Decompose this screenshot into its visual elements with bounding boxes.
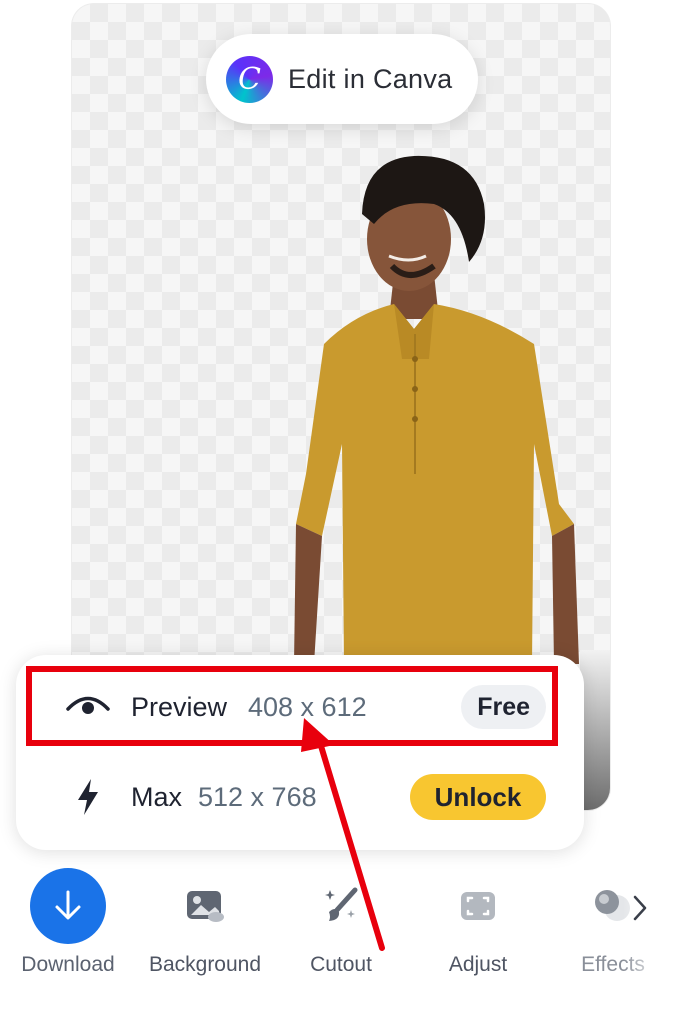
chevron-right-icon[interactable] [625,890,655,926]
download-button[interactable]: Download [0,860,136,985]
bottom-toolbar: Download Background Cutout Adjust Effect… [0,860,683,990]
adjust-label: Adjust [448,953,508,976]
preview-label: Preview [131,691,228,722]
canva-logo-icon: C [226,55,273,103]
magic-brush-icon [303,868,379,944]
background-button[interactable]: Background [137,860,273,985]
background-label: Background [148,953,262,976]
preview-dimensions: 408 x 612 [248,691,367,722]
cutout-person-image [294,155,579,664]
max-label: Max [131,781,183,812]
cutout-button[interactable]: Cutout [273,860,409,985]
cutout-label: Cutout [310,953,372,976]
adjust-frame-icon [440,868,516,944]
lightning-icon [66,775,110,819]
unlock-button[interactable]: Unlock [410,774,546,820]
download-arrow-icon [30,868,106,944]
adjust-button[interactable]: Adjust [410,860,546,985]
edit-in-canva-button[interactable]: C Edit in Canva [206,34,478,124]
edit-in-canva-label: Edit in Canva [288,63,453,94]
preview-size-option[interactable]: Preview 408 x 612 Free [16,667,584,747]
image-icon [167,868,243,944]
eye-icon [66,685,110,729]
max-size-option[interactable]: Max 512 x 768 Unlock [16,757,584,837]
max-dimensions: 512 x 768 [198,781,317,812]
download-label: Download [21,953,115,976]
download-size-panel: Preview 408 x 612 Free Max 512 x 768 Unl… [16,655,584,850]
free-badge: Free [461,685,546,729]
